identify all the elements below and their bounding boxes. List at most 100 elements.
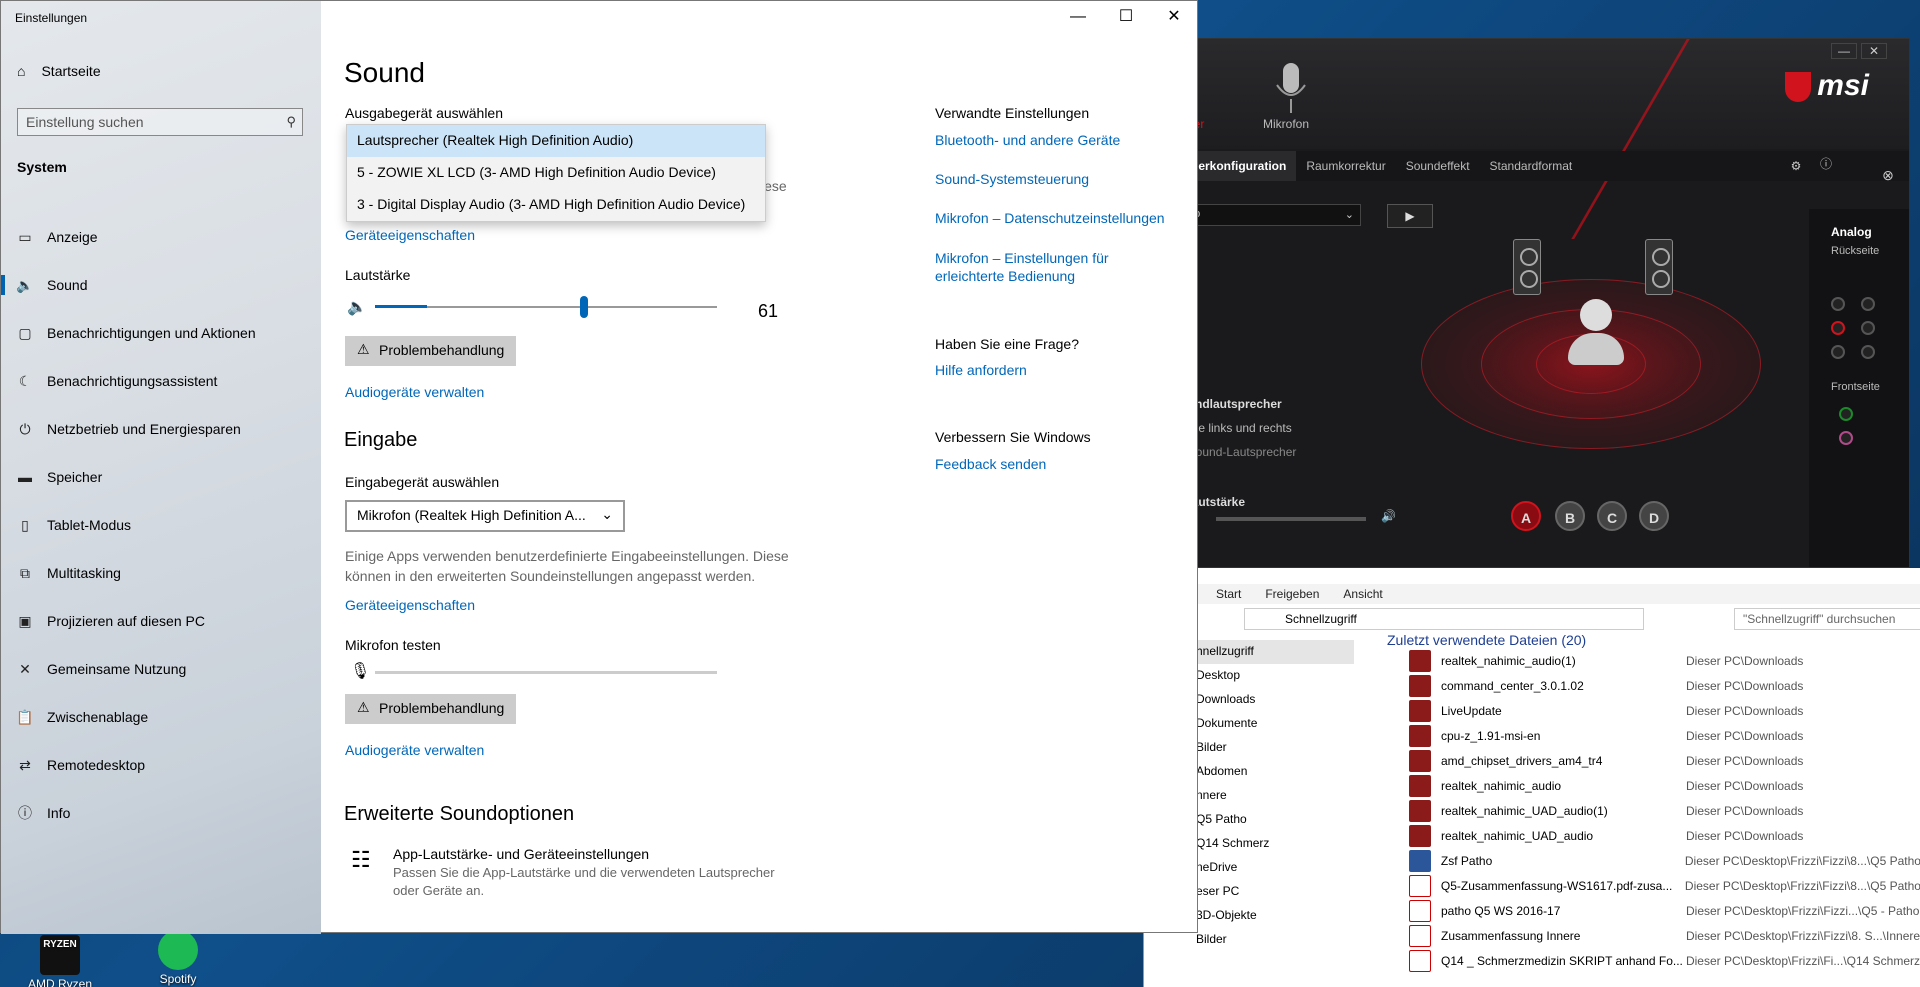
msi-speaker-icon: 🔊 <box>1381 509 1396 523</box>
settings-search-input[interactable]: Einstellung suchen ⚲ <box>17 108 303 136</box>
manage-devices-link[interactable]: Audiogeräte verwalten <box>345 384 484 400</box>
preset-d-button[interactable]: D <box>1639 501 1669 531</box>
volume-slider-thumb[interactable] <box>579 296 588 318</box>
analog-label: Analog <box>1831 225 1872 239</box>
nav-item-anzeige[interactable]: ▭ Anzeige <box>1 213 321 261</box>
close-button[interactable]: ✕ <box>1861 43 1887 59</box>
input-device-select[interactable]: Mikrofon (Realtek High Definition A... ⌄ <box>345 500 625 532</box>
file-row[interactable]: LiveUpdate Dieser PC\Downloads <box>1369 698 1920 723</box>
file-row[interactable]: patho Q5 WS 2016-17 Dieser PC\Desktop\Fri… <box>1369 898 1920 923</box>
nav-item-project[interactable]: ▣ Projizieren auf diesen PC <box>1 597 321 645</box>
related-link-bluetooth[interactable]: Bluetooth- und andere Geräte <box>935 132 1120 148</box>
output-device-dropdown[interactable]: Lautsprecher (Realtek High Definition Au… <box>346 124 766 222</box>
nav-item-notifications[interactable]: ▢ Benachrichtigungen und Aktionen <box>1 309 321 357</box>
jack-icon[interactable] <box>1861 345 1875 359</box>
nav-item-focus-assist[interactable]: ☾ Benachrichtigungsassistent <box>1 357 321 405</box>
preset-c-button[interactable]: C <box>1597 501 1627 531</box>
manage-devices-link-input[interactable]: Audiogeräte verwalten <box>345 742 484 758</box>
file-name: Zusammenfassung Innere <box>1441 928 1581 943</box>
jack-green-icon[interactable] <box>1839 407 1853 421</box>
jack-icon[interactable] <box>1831 345 1845 359</box>
output-option[interactable]: Lautsprecher (Realtek High Definition Au… <box>347 125 765 157</box>
output-option[interactable]: 3 - Digital Display Audio (3- AMD High D… <box>347 189 765 221</box>
file-path: Dieser PC\Downloads <box>1686 778 1804 793</box>
related-link-mic-accessibility[interactable]: Mikrofon – Einstellungen für erleichtert… <box>935 249 1109 285</box>
tab-sound-effect[interactable]: Soundeffekt <box>1396 151 1480 181</box>
mixer-icon[interactable]: ☷ <box>351 847 371 873</box>
nav-item-tablet[interactable]: ▯ Tablet-Modus <box>1 501 321 549</box>
nav-item-multitasking[interactable]: ⧉ Multitasking <box>1 549 321 597</box>
preset-a-button[interactable]: A <box>1511 501 1541 531</box>
archive-file-icon <box>1409 774 1431 797</box>
nav-item-clipboard[interactable]: 📋 Zwischenablage <box>1 693 321 741</box>
explorer-search-input[interactable]: "Schnellzugriff" durchsuchen <box>1734 608 1920 630</box>
input-note: Einige Apps verwenden benutzerdefinierte… <box>345 548 789 584</box>
home-link[interactable]: ⌂ Startseite <box>17 63 101 79</box>
clipboard-icon: 📋 <box>16 708 34 725</box>
jack-panel: Analog Rückseite Frontseite <box>1809 209 1909 567</box>
ribbon-tab-view[interactable]: Ansicht <box>1331 584 1394 604</box>
settings-gear-icon[interactable]: ⚙ <box>1783 159 1809 175</box>
input-device-properties-link[interactable]: Geräteeigenschaften <box>345 597 475 613</box>
tab-microphone[interactable]: Mikrofon <box>1263 117 1309 131</box>
jack-icon[interactable] <box>1831 297 1845 311</box>
app-volume-desc: Passen Sie die App-Lautstärke und die ve… <box>393 865 775 898</box>
file-row[interactable]: Q5-Zusammenfassung-WS1617.pdf-zusa... Die… <box>1369 873 1920 898</box>
file-row[interactable]: Zsf Patho Dieser PC\Desktop\Frizzi\Fizzi\… <box>1369 848 1920 873</box>
desktop-icon-ryzen-master[interactable]: RYZEN AMD Ryzen Master <box>20 935 100 987</box>
microphone-icon[interactable] <box>1271 59 1311 119</box>
ribbon-tab-start[interactable]: Start <box>1204 584 1253 604</box>
moon-icon: ☾ <box>18 372 32 389</box>
tab-room-correction[interactable]: Raumkorrektur <box>1296 151 1395 181</box>
file-row[interactable]: realtek_nahimic_audio Dieser PC\Downloads <box>1369 773 1920 798</box>
pdf-file-icon <box>1409 874 1431 897</box>
nav-item-info[interactable]: ⓘ Info <box>1 789 321 837</box>
help-link[interactable]: Hilfe anfordern <box>935 362 1027 378</box>
section-header[interactable]: Zuletzt verwendete Dateien (20) <box>1369 632 1920 648</box>
file-row[interactable]: realtek_nahimic_UAD_audio Dieser PC\Downl… <box>1369 823 1920 848</box>
speaker-config-dropdown[interactable]: eo⌄ <box>1181 204 1361 226</box>
file-row[interactable]: command_center_3.0.1.02 Dieser PC\Downloa… <box>1369 673 1920 698</box>
feedback-link[interactable]: Feedback senden <box>935 456 1046 472</box>
troubleshoot-button[interactable]: ⚠ Problembehandlung <box>345 336 517 366</box>
output-option[interactable]: 5 - ZOWIE XL LCD (3- AMD High Definition… <box>347 157 765 189</box>
jack-pink-icon[interactable] <box>1839 431 1853 445</box>
nav-item-share[interactable]: ✕ Gemeinsame Nutzung <box>1 645 321 693</box>
app-volume-link[interactable]: App-Lautstärke- und Geräteeinstellungen <box>393 846 649 862</box>
file-row[interactable]: realtek_nahimic_UAD_audio(1) Dieser PC\Do… <box>1369 798 1920 823</box>
file-row[interactable]: Q14 _ Schmerzmedizin SKRIPT anhand Fo...… <box>1369 948 1920 973</box>
related-link-sound-control[interactable]: Sound-Systemsteuerung <box>935 171 1089 187</box>
preset-b-button[interactable]: B <box>1555 501 1585 531</box>
tab-default-format[interactable]: Standardformat <box>1480 151 1583 181</box>
file-row[interactable]: realtek_nahimic_audio(1) Dieser PC\Downlo… <box>1369 648 1920 673</box>
troubleshoot-button-input[interactable]: ⚠ Problembehandlung <box>345 694 517 724</box>
nav-item-power[interactable]: ⏻ Netzbetrieb und Energiesparen <box>1 405 321 453</box>
input-device-label: Eingabegerät auswählen <box>345 474 500 490</box>
file-row[interactable]: cpu-z_1.91-msi-en Dieser PC\Downloads <box>1369 723 1920 748</box>
jack-icon[interactable] <box>1861 321 1875 335</box>
desktop-icon-spotify[interactable]: Spotify <box>138 930 218 986</box>
info-icon[interactable]: ⓘ <box>1813 155 1839 171</box>
file-row[interactable]: Zusammenfassung Innere Dieser PC\Desktop\… <box>1369 923 1920 948</box>
jack-red-icon[interactable] <box>1831 321 1845 335</box>
msi-volume-slider[interactable] <box>1216 517 1366 521</box>
ryzen-master-icon: RYZEN <box>40 935 80 975</box>
file-path: Dieser PC\Downloads <box>1686 753 1804 768</box>
nav-item-sound[interactable]: 🔈 Sound <box>1 261 321 309</box>
front-right-speaker-icon[interactable] <box>1645 239 1673 295</box>
file-row[interactable]: amd_chipset_drivers_am4_tr4 Dieser PC\Dow… <box>1369 748 1920 773</box>
nav-item-remote[interactable]: ⇄ Remotedesktop <box>1 741 321 789</box>
front-left-speaker-icon[interactable] <box>1513 239 1541 295</box>
file-name: cpu-z_1.91-msi-en <box>1441 728 1541 743</box>
ribbon-tab-share[interactable]: Freigeben <box>1253 584 1331 604</box>
play-button[interactable]: ▶ <box>1387 204 1433 228</box>
file-name: realtek_nahimic_audio <box>1441 778 1562 793</box>
address-bar[interactable]: Schnellzugriff <box>1244 608 1644 630</box>
jack-icon[interactable] <box>1861 297 1875 311</box>
desktop-icon-label: AMD Ryzen Master <box>27 977 92 987</box>
minimize-button[interactable]: — <box>1831 43 1857 59</box>
close-panel-icon[interactable]: ⊗ <box>1875 167 1901 183</box>
related-link-mic-privacy[interactable]: Mikrofon – Datenschutzeinstellungen <box>935 210 1165 226</box>
output-device-properties-link[interactable]: Geräteeigenschaften <box>345 227 475 243</box>
nav-item-storage[interactable]: ▬ Speicher <box>1 453 321 501</box>
